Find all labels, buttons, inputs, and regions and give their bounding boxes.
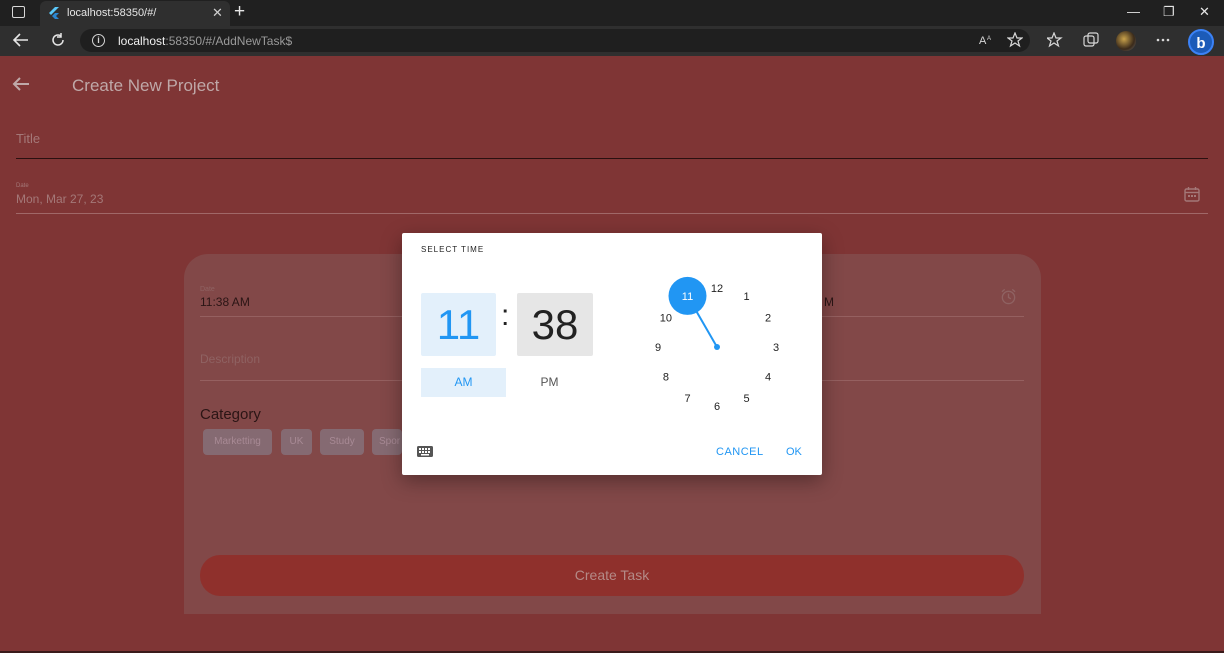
clock-number-2[interactable]: 2: [765, 313, 771, 325]
create-task-button[interactable]: Create Task: [200, 555, 1024, 596]
profile-avatar[interactable]: [1116, 31, 1136, 51]
maximize-icon[interactable]: ❐: [1163, 4, 1175, 20]
clock-number-1[interactable]: 1: [743, 291, 749, 303]
title-field-underline: [16, 158, 1208, 159]
category-label: Category: [200, 406, 261, 423]
category-chip[interactable]: Marketting: [203, 429, 272, 455]
pm-toggle[interactable]: PM: [507, 368, 592, 397]
url-text: localhost:58350/#/AddNewTask$: [118, 34, 293, 48]
back-icon[interactable]: [12, 32, 30, 48]
keyboard-icon[interactable]: [417, 446, 433, 457]
calendar-icon[interactable]: [1184, 186, 1200, 202]
more-options-icon[interactable]: [1156, 38, 1170, 42]
clock-center-dot: [714, 344, 720, 350]
alarm-icon[interactable]: [1000, 288, 1017, 305]
time-separator: :: [501, 299, 510, 332]
clock-number-5[interactable]: 5: [743, 393, 749, 405]
clock-number-10[interactable]: 10: [660, 313, 672, 325]
tab-close-icon[interactable]: ✕: [212, 5, 223, 21]
description-field[interactable]: Description: [200, 352, 260, 366]
date-field-label: Date: [16, 183, 29, 189]
window-close-icon[interactable]: ✕: [1199, 4, 1210, 20]
clock-dial[interactable]: 121234567891011: [642, 247, 792, 417]
clock-number-11[interactable]: 11: [682, 291, 693, 303]
am-toggle[interactable]: AM: [421, 368, 506, 397]
start-time-label: Date: [200, 286, 215, 293]
svg-text:A: A: [979, 35, 987, 47]
new-tab-icon[interactable]: +: [234, 1, 245, 23]
ok-button[interactable]: OK: [786, 446, 802, 458]
flutter-favicon-icon: [49, 7, 59, 19]
end-time-field[interactable]: M: [824, 295, 834, 309]
clock-number-12[interactable]: 12: [711, 283, 723, 295]
clock-number-9[interactable]: 9: [655, 342, 661, 354]
category-chip[interactable]: Study: [320, 429, 364, 455]
time-picker-dialog: SELECT TIME 11 : 38 AM PM 12 1 2 3 4 5 6 7 8 9 10 1…: [402, 233, 822, 475]
clock-number-6[interactable]: 6: [714, 401, 720, 413]
svg-text:A: A: [987, 36, 991, 42]
address-bar[interactable]: i localhost:58350/#/AddNewTask$: [80, 29, 1030, 52]
dialog-heading: SELECT TIME: [421, 245, 485, 254]
refresh-icon[interactable]: [50, 32, 66, 48]
date-field-underline: [16, 213, 1208, 214]
date-field[interactable]: Mon, Mar 27, 23: [16, 192, 103, 206]
minimize-icon[interactable]: —: [1127, 4, 1140, 19]
hour-selector[interactable]: 11: [421, 293, 496, 356]
back-arrow-icon[interactable]: [11, 74, 31, 94]
clock-number-3[interactable]: 3: [773, 342, 779, 354]
bing-chat-icon[interactable]: b: [1188, 29, 1214, 55]
read-aloud-icon[interactable]: A A: [979, 33, 995, 47]
page-title: Create New Project: [72, 76, 220, 95]
title-field[interactable]: Title: [16, 131, 40, 146]
browser-tab[interactable]: localhost:58350/#/ ✕: [40, 1, 230, 26]
site-info-icon[interactable]: i: [92, 34, 105, 47]
tab-title: localhost:58350/#/: [67, 7, 157, 19]
cancel-button[interactable]: CANCEL: [716, 446, 764, 458]
category-chip[interactable]: UK: [281, 429, 312, 455]
browser-nav-bar: i localhost:58350/#/AddNewTask$ A A b: [0, 26, 1224, 56]
minute-selector[interactable]: 38: [517, 293, 593, 356]
clock-number-4[interactable]: 4: [765, 372, 771, 384]
favorites-icon[interactable]: [1047, 32, 1063, 48]
clock-number-8[interactable]: 8: [663, 372, 669, 384]
start-time-field[interactable]: 11:38 AM: [200, 295, 250, 309]
clock-number-7[interactable]: 7: [684, 393, 690, 405]
collections-icon[interactable]: [1083, 32, 1099, 48]
browser-tab-bar: localhost:58350/#/ ✕ + — ❐ ✕: [0, 0, 1224, 26]
category-chip[interactable]: Spor: [372, 429, 402, 455]
add-favorite-icon[interactable]: [1007, 32, 1023, 48]
tab-actions-icon[interactable]: [12, 6, 25, 18]
